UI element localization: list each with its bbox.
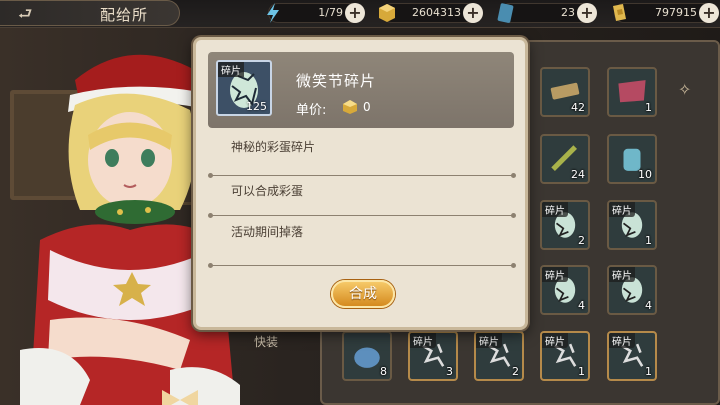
gold-cube-icon — [343, 100, 357, 114]
resource-card: 23 + — [497, 3, 597, 23]
description-line-2: 可以合成彩蛋 — [231, 184, 304, 198]
add-coin-button[interactable]: + — [699, 3, 719, 23]
inventory-slot[interactable]: 10 — [607, 134, 657, 184]
divider — [208, 213, 516, 218]
inventory-slot[interactable]: 碎片 1 — [607, 331, 657, 381]
item-header: 碎片 125 微笑节碎片 单价: 0 — [208, 52, 514, 128]
gold-coin-icon — [613, 4, 626, 21]
slot-count: 1 — [645, 234, 652, 247]
inventory-slot[interactable]: 碎片 2 — [540, 200, 590, 250]
inventory-slot[interactable]: 碎片 2 — [474, 331, 524, 381]
fragment-count: 125 — [246, 100, 267, 113]
top-bar: ⮐ 配给所 1/79 + 2604313 + 23 + 797915 + — [0, 0, 720, 28]
resource-card-value: 23 — [561, 6, 575, 19]
slot-tag: 碎片 — [609, 267, 635, 282]
gold-cube-icon — [379, 4, 395, 22]
inventory-slot[interactable]: 碎片 4 — [540, 265, 590, 315]
lightning-icon — [267, 3, 279, 23]
slot-tag: 碎片 — [542, 333, 568, 348]
slot-count: 4 — [645, 299, 652, 312]
resource-coin: 797915 + — [613, 3, 719, 23]
resource-gold-cube-value: 2604313 — [412, 6, 461, 19]
resource-coin-value: 797915 — [655, 6, 697, 19]
inventory-slot[interactable]: 42 — [540, 67, 590, 117]
description-line-1: 神秘的彩蛋碎片 — [231, 140, 316, 154]
fragment-item-icon: 碎片 125 — [216, 60, 272, 116]
resource-gold-cube: 2604313 + — [379, 3, 483, 23]
divider — [208, 173, 516, 178]
price-label: 单价: — [296, 103, 327, 118]
slot-count: 1 — [645, 101, 652, 114]
inventory-slot[interactable]: 碎片 1 — [540, 331, 590, 381]
slot-count: 24 — [571, 168, 585, 181]
back-arrow-icon: ⮐ — [18, 4, 33, 23]
inventory-slot[interactable]: 1 — [607, 67, 657, 117]
slot-tag: 碎片 — [609, 333, 635, 348]
divider — [208, 263, 516, 268]
add-card-button[interactable]: + — [577, 3, 597, 23]
inventory-slot[interactable]: 碎片 4 — [607, 265, 657, 315]
back-button[interactable]: ⮐ 配给所 — [0, 0, 180, 26]
slot-tag: 碎片 — [476, 333, 502, 348]
slot-count: 2 — [512, 365, 519, 378]
item-detail-dialog: 碎片 125 微笑节碎片 单价: 0 神秘的彩蛋碎片 可以合成彩蛋 活动期间掉落… — [193, 37, 528, 330]
fragment-tag: 碎片 — [218, 62, 244, 77]
item-name: 微笑节碎片 — [296, 72, 377, 90]
description-line-3: 活动期间掉落 — [231, 225, 304, 239]
ribbon-icon — [618, 80, 646, 103]
slot-count: 4 — [578, 299, 585, 312]
slot-count: 8 — [380, 365, 387, 378]
inventory-slot[interactable]: 8 — [342, 331, 392, 381]
slot-count: 1 — [578, 365, 585, 378]
price-value: 0 — [363, 100, 371, 114]
slot-tag: 碎片 — [410, 333, 436, 348]
synthesize-button[interactable]: 合成 — [331, 280, 395, 308]
slot-count: 10 — [638, 168, 652, 181]
add-gold-cube-button[interactable]: + — [463, 3, 483, 23]
slot-count: 42 — [571, 101, 585, 114]
slot-count: 1 — [645, 365, 652, 378]
inventory-slot[interactable]: 碎片 3 — [408, 331, 458, 381]
add-energy-button[interactable]: + — [345, 3, 365, 23]
slot-count: 2 — [578, 234, 585, 247]
inventory-slot[interactable]: 碎片 1 — [607, 200, 657, 250]
corner-ornament-icon: ✧ — [678, 80, 692, 99]
page-title: 配给所 — [100, 6, 149, 24]
slot-count: 3 — [446, 365, 453, 378]
slot-tag: 碎片 — [542, 267, 568, 282]
slot-tag: 碎片 — [542, 202, 568, 217]
inventory-slot[interactable]: 24 — [540, 134, 590, 184]
resource-energy-value: 1/79 — [318, 6, 343, 19]
blue-card-icon — [497, 3, 514, 23]
slot-tag: 碎片 — [609, 202, 635, 217]
equip-label: 快装 — [254, 335, 279, 349]
resource-energy: 1/79 + — [267, 3, 365, 23]
blue-icon — [354, 347, 380, 368]
